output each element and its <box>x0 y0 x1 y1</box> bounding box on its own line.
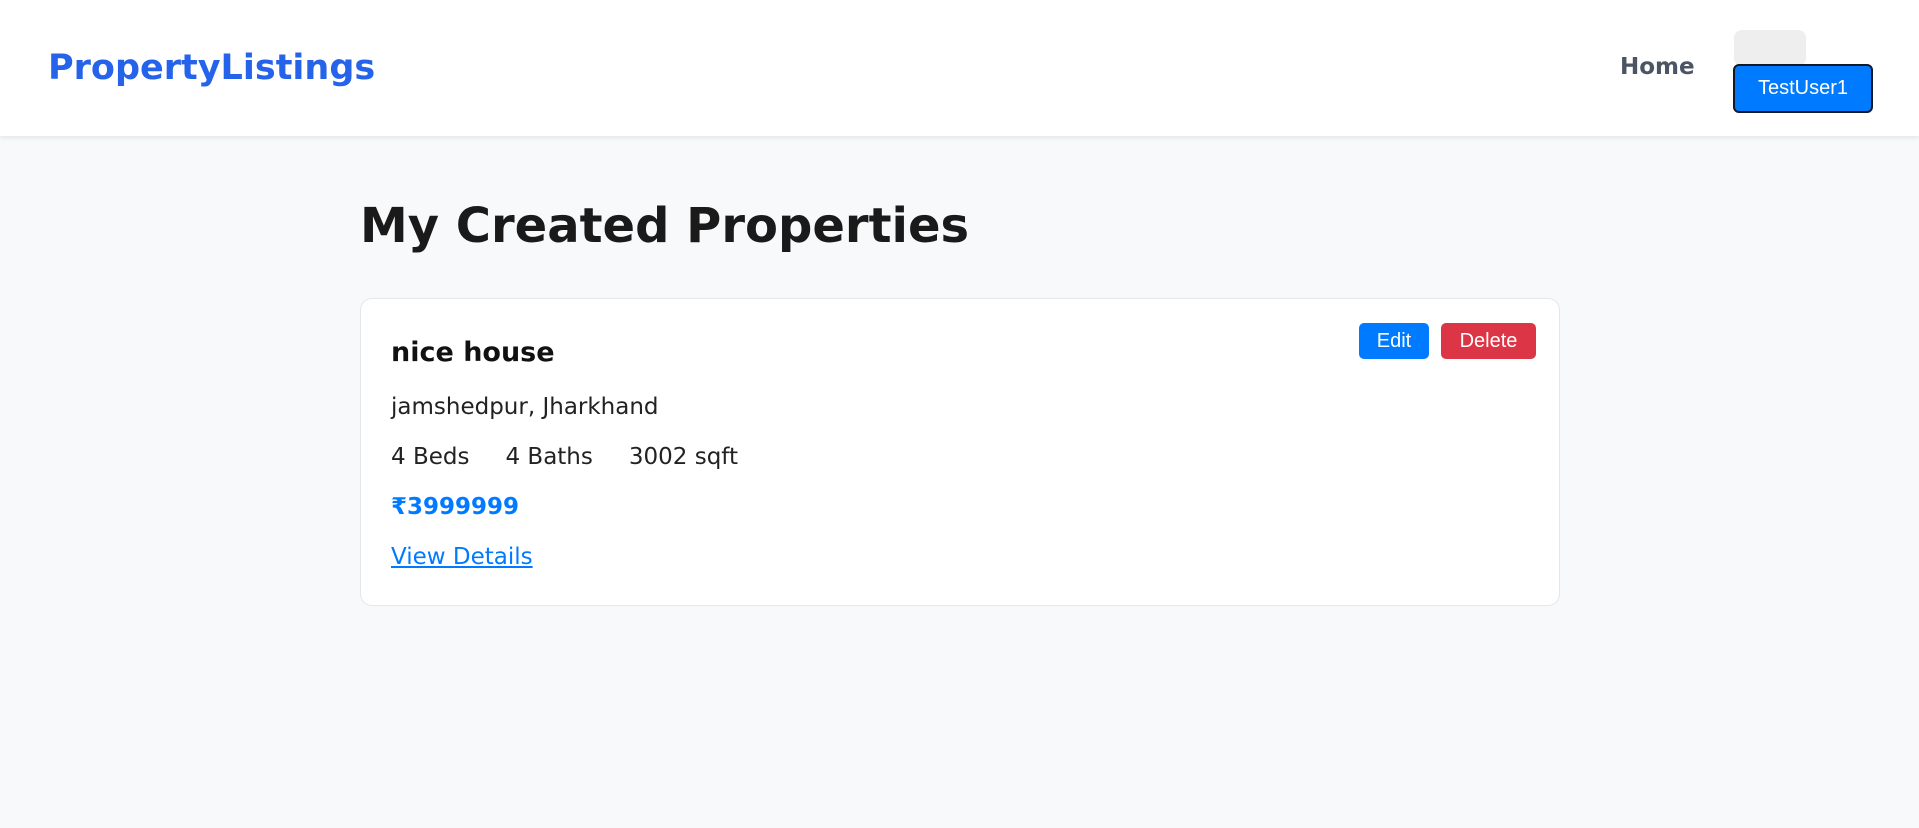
property-name: nice house <box>391 337 555 368</box>
nav-link-home[interactable]: Home <box>1620 50 1695 84</box>
property-card: nice house jamshedpur, Jharkhand 4 Beds 4… <box>360 298 1560 606</box>
user-menu[interactable] <box>1734 30 1806 66</box>
brand-logo[interactable]: PropertyListings <box>48 44 375 92</box>
property-price: ₹3999999 <box>391 494 520 520</box>
property-area: 3002 sqft <box>628 444 739 470</box>
property-specs: 4 Beds 4 Baths 3002 sqft <box>391 441 738 473</box>
edit-button[interactable]: Edit <box>1359 323 1429 359</box>
page-title: My Created Properties <box>360 198 970 254</box>
property-beds: 4 Beds <box>391 444 470 470</box>
property-baths: 4 Baths <box>505 444 593 470</box>
delete-button[interactable]: Delete <box>1441 323 1536 359</box>
view-details-link[interactable]: View Details <box>391 541 533 573</box>
user-button[interactable]: TestUser1 <box>1733 64 1873 113</box>
navbar: PropertyListings Home TestUser1 <box>0 0 1919 136</box>
property-location: jamshedpur, Jharkhand <box>391 394 659 420</box>
